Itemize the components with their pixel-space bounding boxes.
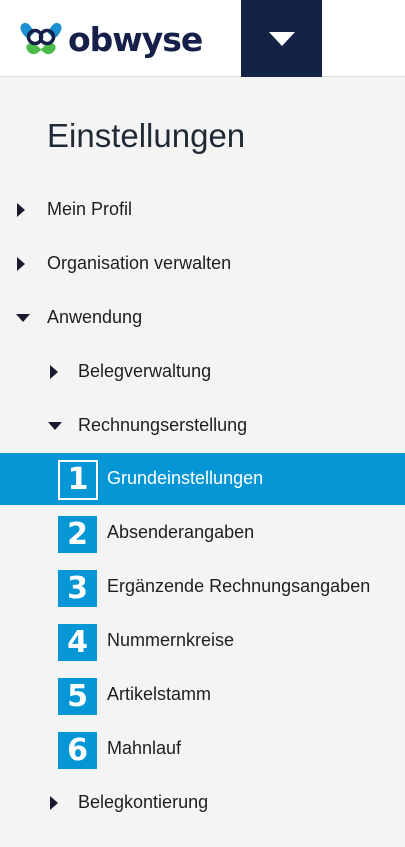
caret-right-icon [50, 795, 58, 810]
caret-down-icon [16, 313, 30, 322]
sub-item-artikelstamm[interactable]: 5 Artikelstamm [0, 669, 405, 721]
nav-item-mein-profil[interactable]: Mein Profil [0, 188, 405, 231]
sub-item-label: Mahnlauf [107, 738, 182, 759]
sub-item-label: Absenderangaben [107, 522, 255, 543]
brand-name: obwyse [68, 19, 203, 59]
sub-item-label: Nummernkreise [107, 630, 235, 651]
sub-item-nummernkreise[interactable]: 4 Nummernkreise [0, 615, 405, 667]
sub-item-label: Grundeinstellungen [107, 468, 264, 489]
caret-right-icon [50, 364, 58, 379]
menu-toggle-button[interactable] [241, 0, 322, 77]
step-number-badge: 3 [58, 570, 97, 607]
caret-right-icon [17, 202, 25, 217]
nav-item-label: Organisation verwalten [47, 252, 232, 273]
nav-item-label: Rechnungserstellung [78, 414, 248, 435]
top-bar: obwyse [0, 0, 405, 77]
nav-item-belegkontierung[interactable]: Belegkontierung [0, 781, 405, 824]
caret-down-icon [48, 421, 62, 430]
step-number-badge: 6 [58, 732, 97, 769]
sub-item-ergaenzende-rechnungsangaben[interactable]: 3 Ergänzende Rechnungsangaben [0, 561, 405, 613]
step-number-badge: 2 [58, 516, 97, 553]
step-number-badge: 4 [58, 624, 97, 661]
sub-item-label: Ergänzende Rechnungsangaben [107, 576, 371, 597]
nav-item-anwendung[interactable]: Anwendung [0, 296, 405, 339]
nav-item-label: Belegverwaltung [78, 360, 212, 381]
logo[interactable]: obwyse [16, 18, 203, 60]
sub-item-grundeinstellungen[interactable]: 1 Grundeinstellungen [0, 453, 405, 505]
obwyse-logo-icon [20, 22, 62, 55]
sub-item-mahnlauf[interactable]: 6 Mahnlauf [0, 723, 405, 775]
nav-item-label: Mein Profil [47, 198, 133, 219]
nav-item-belegverwaltung[interactable]: Belegverwaltung [0, 350, 405, 393]
caret-down-icon [268, 31, 295, 46]
nav-item-label: Anwendung [47, 306, 143, 327]
step-number-badge: 5 [58, 678, 97, 715]
nav-item-rechnungserstellung[interactable]: Rechnungserstellung [0, 404, 405, 447]
step-number-badge: 1 [58, 460, 98, 500]
sub-item-label: Artikelstamm [107, 684, 212, 705]
sub-item-absenderangaben[interactable]: 2 Absenderangaben [0, 507, 405, 559]
nav-item-label: Belegkontierung [78, 791, 209, 812]
nav-item-organisation-verwalten[interactable]: Organisation verwalten [0, 242, 405, 285]
caret-right-icon [17, 256, 25, 271]
page-title: Einstellungen [47, 117, 246, 154]
